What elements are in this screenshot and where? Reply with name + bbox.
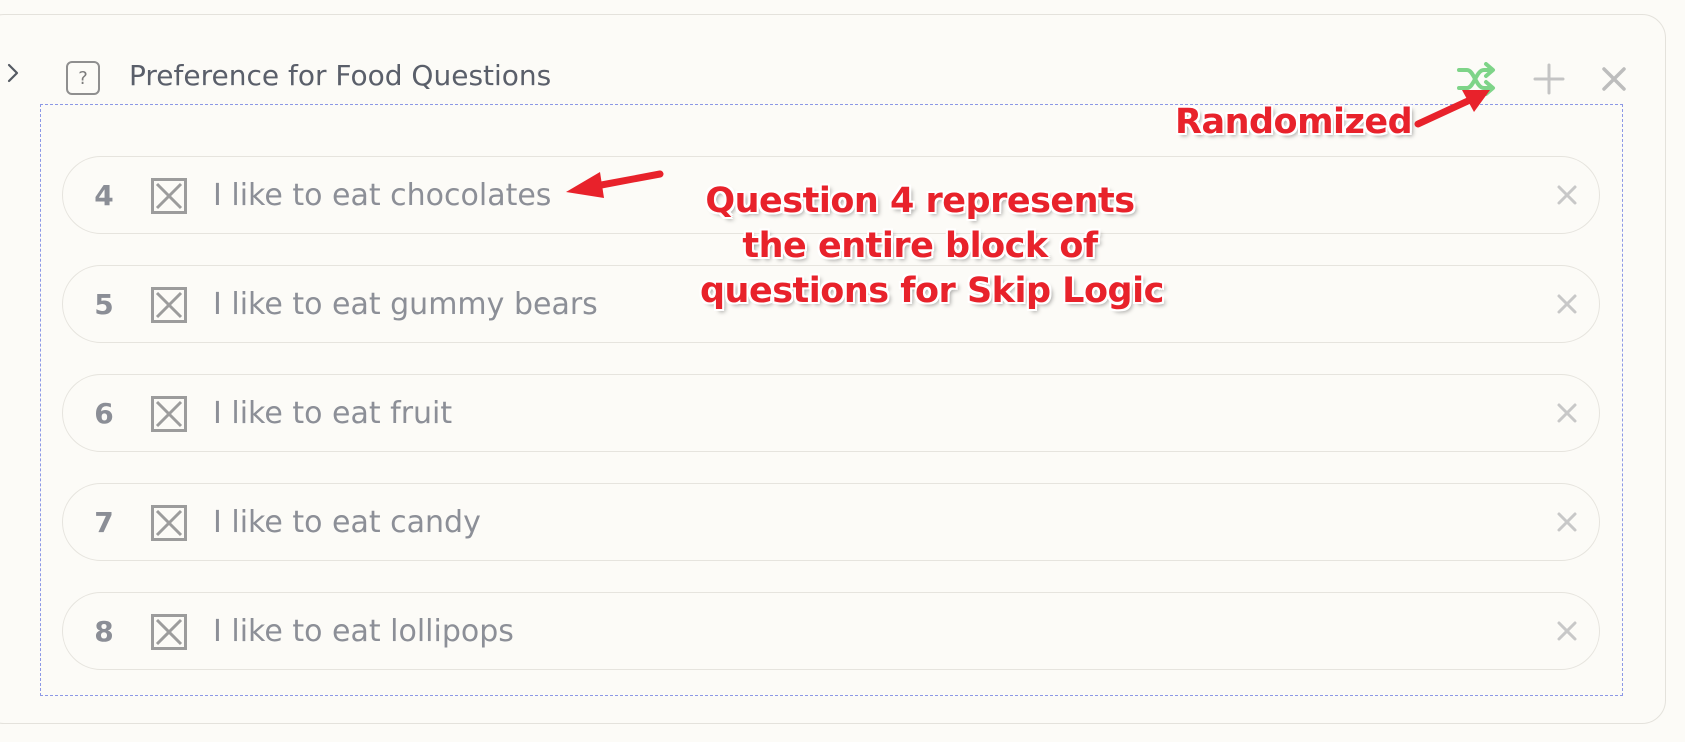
annotation-line: questions for Skip Logic (700, 271, 1164, 311)
question-text: I like to eat lollipops (213, 614, 514, 649)
chevron-right-icon (7, 63, 19, 83)
question-row[interactable]: 6 I like to eat fruit (62, 374, 1600, 452)
close-icon (1557, 512, 1577, 532)
annotation-randomized: Randomized (1175, 102, 1413, 142)
image-placeholder-icon (151, 396, 187, 432)
close-icon (1557, 403, 1577, 423)
add-question-button[interactable] (1529, 59, 1569, 99)
annotation-line: Question 4 represents (705, 181, 1135, 221)
question-text: I like to eat chocolates (213, 178, 552, 213)
question-text: I like to eat fruit (213, 396, 453, 431)
image-placeholder-icon (151, 287, 187, 323)
question-number: 8 (94, 615, 114, 648)
remove-question-button[interactable] (1549, 395, 1585, 431)
question-text: I like to eat gummy bears (213, 287, 598, 322)
expand-chevron-button[interactable] (5, 61, 21, 85)
image-placeholder-icon (151, 614, 187, 650)
remove-question-button[interactable] (1549, 504, 1585, 540)
question-icon: ? (66, 61, 100, 95)
question-number: 7 (94, 506, 114, 539)
remove-question-button[interactable] (1549, 177, 1585, 213)
question-number: 4 (94, 179, 114, 212)
question-row[interactable]: 8 I like to eat lollipops (62, 592, 1600, 670)
annotation-skip-logic: Question 4 represents the entire block o… (700, 179, 1164, 314)
close-icon (1557, 185, 1577, 205)
image-placeholder-icon (151, 178, 187, 214)
plus-icon (1533, 63, 1565, 95)
annotation-line: the entire block of (742, 226, 1098, 266)
question-row[interactable]: 7 I like to eat candy (62, 483, 1600, 561)
question-number: 5 (94, 288, 114, 321)
question-text: I like to eat candy (213, 505, 481, 540)
remove-question-button[interactable] (1549, 613, 1585, 649)
remove-block-button[interactable] (1594, 59, 1634, 99)
question-number: 6 (94, 397, 114, 430)
annotation-arrow-question4 (566, 170, 664, 198)
annotation-arrow-randomized (1414, 90, 1490, 128)
close-icon (1602, 67, 1626, 91)
block-title: Preference for Food Questions (129, 59, 552, 92)
image-placeholder-icon (151, 505, 187, 541)
close-icon (1557, 294, 1577, 314)
remove-question-button[interactable] (1549, 286, 1585, 322)
close-icon (1557, 621, 1577, 641)
